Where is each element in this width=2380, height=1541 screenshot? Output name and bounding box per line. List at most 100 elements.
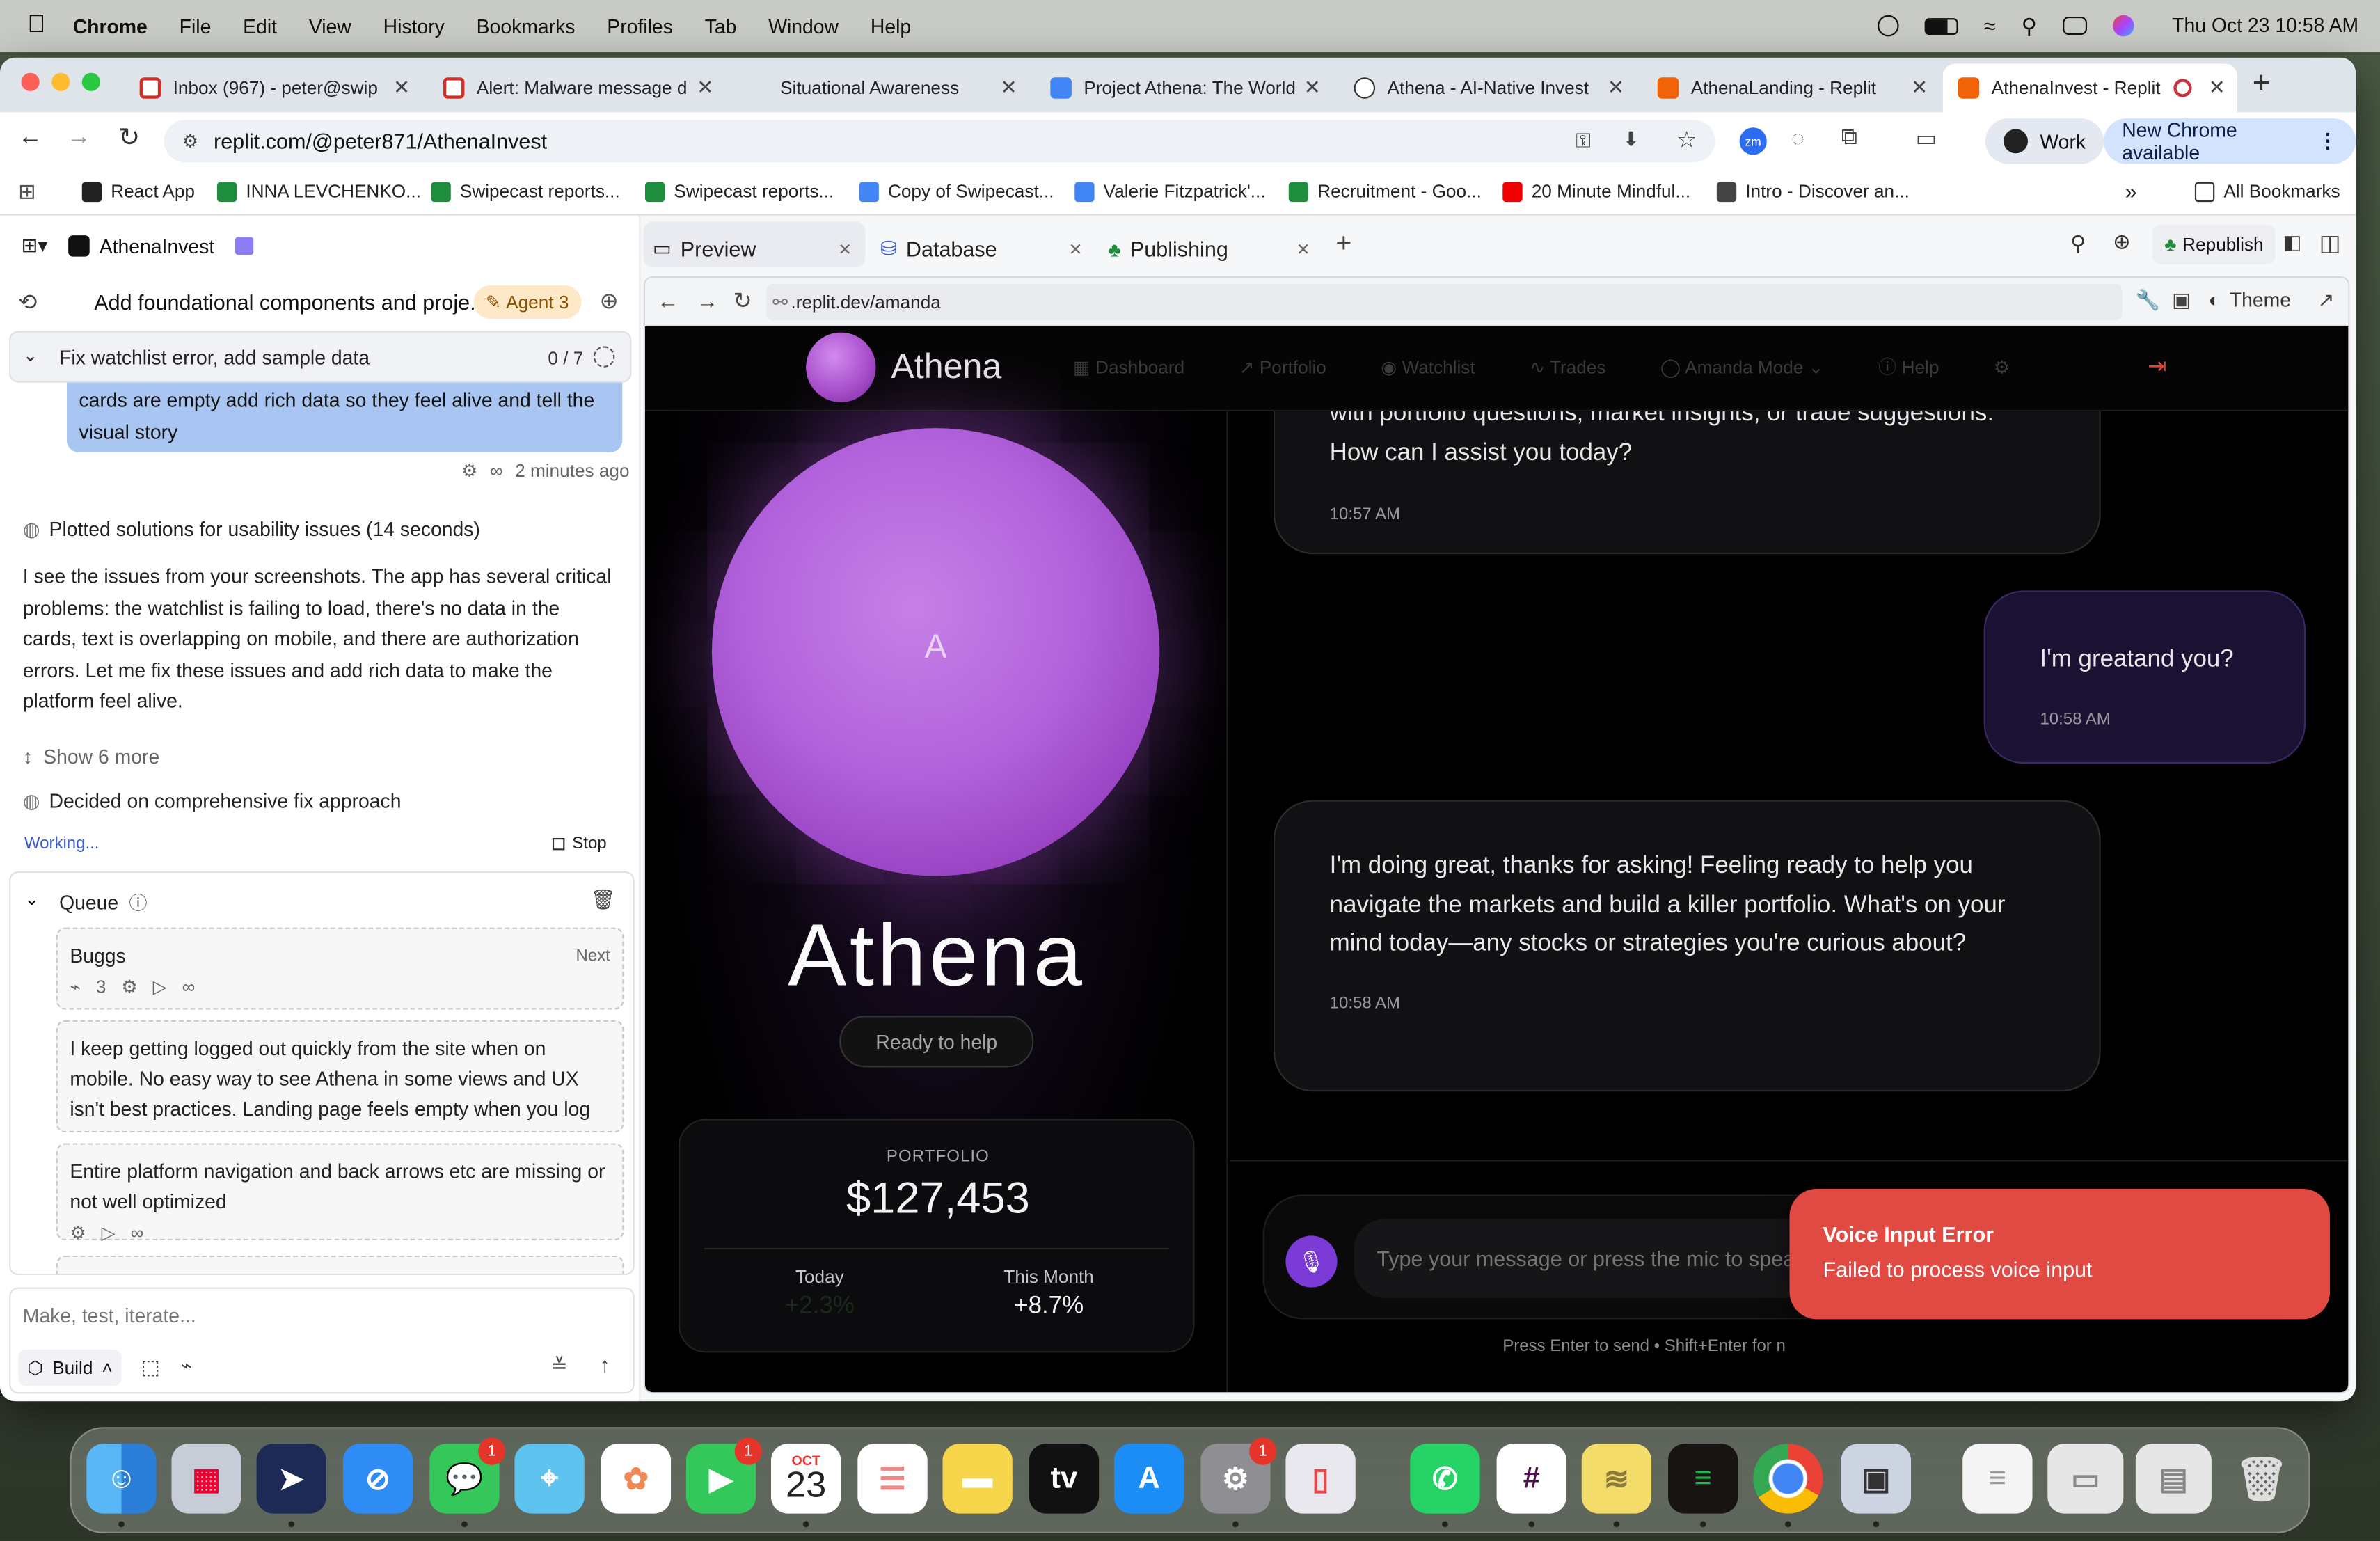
zoom-window-button[interactable] — [81, 72, 100, 91]
close-window-button[interactable] — [21, 72, 40, 91]
plotted-step[interactable]: ◍ Plotted solutions for usability issues … — [23, 514, 480, 546]
close-tab-icon[interactable]: ✕ — [1069, 239, 1083, 259]
extensions-puzzle-icon[interactable]: ⧉ — [1841, 125, 1857, 150]
minimize-window-button[interactable] — [51, 72, 70, 91]
facetime-icon[interactable]: ▶ 1 — [685, 1437, 762, 1514]
bookmark-valerie[interactable]: Valerie Fitzpatrick'... — [1074, 181, 1266, 202]
menu-profiles[interactable]: Profiles — [607, 15, 673, 38]
queue-item[interactable]: I keep getting logged out quickly from t… — [56, 1020, 624, 1151]
reload-icon[interactable]: ↻ — [733, 287, 752, 314]
siri-icon[interactable] — [2113, 15, 2134, 37]
menu-window[interactable]: Window — [768, 15, 839, 38]
bookmark-swipecast-1[interactable]: Swipecast reports... — [431, 181, 620, 202]
close-tab-icon[interactable]: ✕ — [1304, 76, 1321, 100]
add-tab-button[interactable]: + — [1335, 228, 1351, 260]
wifi-icon[interactable]: ≈ — [1984, 14, 1996, 38]
menu-app-name[interactable]: Chrome — [73, 15, 148, 38]
checkpoint-icon[interactable]: ⚙ — [70, 1217, 86, 1248]
slack-icon[interactable]: # — [1496, 1444, 1566, 1514]
settings-gear-icon[interactable]: ⚙ — [1994, 356, 2010, 377]
menu-bookmarks[interactable]: Bookmarks — [477, 15, 576, 38]
device-toggle-icon[interactable]: ▣ — [2172, 288, 2191, 313]
menu-view[interactable]: View — [309, 15, 351, 38]
project-name[interactable]: AthenaInvest — [100, 235, 215, 258]
spotify-icon[interactable]: ≡ — [1668, 1444, 1738, 1514]
screenshot-stack-icon[interactable]: ▤ — [2135, 1444, 2212, 1514]
preview-url-field[interactable]: ⚯ .replit.dev/amanda — [766, 283, 2123, 321]
app-store-icon[interactable]: A — [1113, 1444, 1184, 1514]
athena-orb[interactable]: A — [711, 428, 1160, 876]
link-icon[interactable]: ∞ — [490, 460, 503, 482]
reload-icon[interactable]: ↻ — [118, 123, 140, 154]
cursor-icon[interactable]: ▷ — [153, 972, 167, 1002]
document-icon[interactable]: ≡ — [1962, 1444, 2033, 1514]
password-key-icon[interactable]: ⚿ — [1576, 129, 1591, 153]
finder-icon[interactable]: ☺ — [86, 1444, 157, 1514]
menu-history[interactable]: History — [383, 15, 445, 38]
bookmark-recruitment[interactable]: Recruitment - Goo... — [1288, 181, 1482, 202]
tab-malware-alert[interactable]: Alert: Malware message d ✕ — [428, 64, 725, 113]
chrome-icon[interactable] — [1753, 1444, 1823, 1514]
nav-trades[interactable]: ∿ Trades — [1530, 356, 1605, 377]
notes-icon[interactable]: ▬ — [942, 1444, 1013, 1514]
back-arrow-icon[interactable]: ← — [657, 288, 679, 313]
close-tab-icon[interactable]: ✕ — [1296, 239, 1310, 259]
checklist-header[interactable]: ⌄ Fix watchlist error, add sample data 0… — [9, 331, 632, 383]
install-app-icon[interactable]: ⬇ — [1623, 127, 1640, 152]
whatsapp-icon[interactable]: ✆ — [1410, 1444, 1480, 1514]
tab-preview[interactable]: ▭ Preview ✕ — [653, 231, 852, 267]
bookmark-copy-swipecast[interactable]: Copy of Swipecast... — [859, 181, 1054, 202]
paperclip-icon[interactable]: ⌁ — [70, 972, 81, 1002]
queue-item[interactable]: Buggs Next ⌁ 3 ⚙ ▷ ∞ — [56, 927, 624, 1010]
site-info-icon[interactable]: ⚙ — [182, 131, 198, 152]
invite-user-icon[interactable]: ⊕ — [2113, 229, 2131, 255]
all-bookmarks-button[interactable]: All Bookmarks — [2194, 181, 2340, 202]
iphone-mirroring-icon[interactable]: ▯ — [1285, 1444, 1356, 1514]
queue-item[interactable]: Entire platform navigation and back arro… — [56, 1143, 624, 1243]
mic-button[interactable]: 🎙 — [1285, 1235, 1338, 1288]
zoom-extension-icon[interactable]: zm — [1739, 127, 1767, 155]
tab-publishing[interactable]: ♣ Publishing ✕ — [1108, 231, 1310, 267]
menu-help[interactable]: Help — [871, 15, 911, 38]
bookmark-react-app[interactable]: React App — [81, 181, 195, 202]
bookmarks-overflow-icon[interactable]: » — [2125, 179, 2137, 203]
close-tab-icon[interactable]: ✕ — [1001, 76, 1017, 100]
nav-dashboard[interactable]: ▦ Dashboard — [1073, 356, 1184, 377]
agent-prompt-input[interactable] — [22, 1297, 615, 1331]
forward-arrow-icon[interactable]: → — [697, 288, 718, 313]
select-element-icon[interactable]: ⬚ — [141, 1356, 160, 1380]
bookmark-star-icon[interactable]: ☆ — [1676, 126, 1697, 153]
tab-athena-landing-replit[interactable]: AthenaLanding - Replit ✕ — [1642, 64, 1939, 113]
search-icon[interactable]: ⚲ — [2070, 231, 2086, 257]
build-mode-button[interactable]: ⬡ Build ˄ — [18, 1350, 122, 1386]
split-view-icon[interactable]: ◧ — [2283, 231, 2301, 255]
maps-icon[interactable]: ⌖ — [514, 1444, 585, 1514]
sidebar-toggle-icon[interactable]: ◫ — [2319, 229, 2341, 257]
screenshot-thumb-icon[interactable]: ▭ — [2047, 1444, 2124, 1514]
show-more-button[interactable]: ↕ Show 6 more — [23, 743, 160, 774]
devtools-wrench-icon[interactable]: 🔧 — [2136, 288, 2160, 313]
bookmark-swipecast-2[interactable]: Swipecast reports... — [644, 181, 834, 202]
menu-tab[interactable]: Tab — [705, 15, 737, 38]
back-arrow-icon[interactable]: ← — [18, 125, 42, 152]
bookmark-mindful[interactable]: 20 Minute Mindful... — [1502, 181, 1690, 202]
new-tab-button[interactable]: + — [2253, 67, 2270, 102]
stop-button[interactable]: Stop — [552, 835, 607, 853]
close-tab-icon[interactable]: ✕ — [1911, 76, 1928, 100]
control-center-icon[interactable] — [2063, 16, 2087, 35]
photos-icon[interactable]: ✿ — [601, 1444, 672, 1514]
stickies-icon[interactable]: ≋ — [1581, 1444, 1652, 1514]
voice-error-toast[interactable]: Voice Input Error Failed to process voic… — [1789, 1188, 2331, 1320]
tab-gmail-inbox[interactable]: Inbox (967) - peter@swip ✕ — [125, 64, 422, 113]
omnibox-url[interactable]: replit.com/@peter871/AthenaInvest — [214, 129, 547, 153]
safari-icon[interactable]: ⊘ — [342, 1444, 413, 1514]
athena-brand[interactable]: Athena — [891, 346, 1001, 387]
chevron-down-icon[interactable]: ⌄ — [23, 345, 38, 366]
close-tab-icon[interactable]: ✕ — [1608, 76, 1624, 100]
omnibox[interactable]: ⚙ replit.com/@peter871/AthenaInvest ⚿ ⬇ … — [164, 120, 1715, 163]
apple-tv-icon[interactable]: tv — [1029, 1444, 1100, 1514]
republish-button[interactable]: ♣ Republish — [2152, 224, 2276, 264]
menu-edit[interactable]: Edit — [243, 15, 277, 38]
send-arrow-icon[interactable]: ↑ — [600, 1352, 610, 1377]
spotlight-search-icon[interactable]: ⚲ — [2022, 13, 2037, 39]
